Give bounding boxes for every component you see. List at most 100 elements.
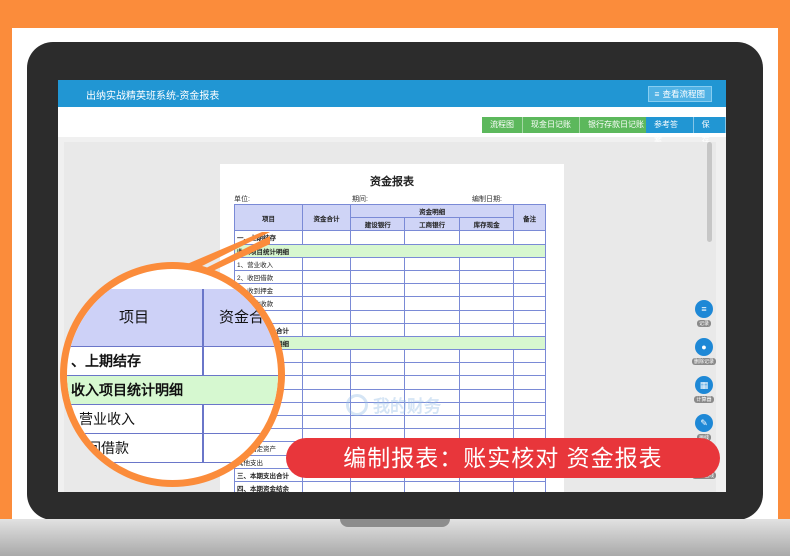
report-cell[interactable] [513,401,546,417]
report-cell[interactable] [302,322,351,337]
report-cell[interactable] [513,309,546,324]
report-cell[interactable] [302,230,351,245]
report-cell[interactable] [404,414,460,430]
reference-answer-button[interactable]: 参考答案 [646,117,694,145]
cash-journal-button[interactable]: 现金日记账 [523,117,580,133]
report-cell[interactable] [513,322,546,337]
bank-journal-button[interactable]: 银行存款日记账 [580,117,653,133]
report-cell[interactable] [349,322,406,337]
tool-label: 记录 [696,320,711,327]
flowchart-button[interactable]: 流程图 [482,117,523,133]
view-flowchart-button[interactable]: ≡ 查看流程图 [647,86,712,102]
report-cell[interactable] [404,349,460,364]
report-cell[interactable] [458,230,515,245]
report-cell[interactable] [513,283,546,298]
report-cell[interactable] [302,414,351,430]
report-cell[interactable] [302,256,351,271]
report-cell[interactable] [458,349,515,364]
report-cell[interactable] [404,283,460,298]
report-cell[interactable] [513,230,546,245]
report-cell[interactable] [458,375,515,390]
report-cell[interactable] [513,349,546,364]
col-detail: 资金明细 [349,203,515,219]
report-cell[interactable] [302,296,351,311]
report-cell[interactable] [302,388,351,403]
col-cash: 库存现金 [458,217,515,232]
report-cell[interactable] [349,362,406,377]
period-label: 期间: [352,196,368,203]
report-cell[interactable] [513,269,546,285]
report-cell[interactable] [302,349,351,364]
tool-icon: ▦ [695,376,713,394]
tool-icon: ≡ [695,300,713,318]
report-cell[interactable] [404,322,460,337]
report-cell[interactable] [302,401,351,417]
report-cell[interactable] [458,388,515,403]
side-tool-button[interactable]: ● 删除记录 [692,338,717,365]
report-cell[interactable] [513,480,546,492]
report-cell[interactable] [349,349,406,364]
zoom-row-label: 回借款 [87,440,129,456]
zoom-item-header: 项目 [119,309,150,326]
report-cell[interactable] [404,269,460,285]
report-cell[interactable] [458,362,515,377]
report-cell[interactable] [349,256,406,271]
report-row: 3、收到押金 [234,283,546,298]
report-cell[interactable] [302,480,351,492]
watermark-logo-icon [346,393,368,416]
tool-icon: ● [695,338,713,356]
report-cell[interactable] [404,480,460,492]
report-cell[interactable] [302,362,351,377]
report-cell[interactable] [302,375,351,390]
report-cell[interactable] [458,480,515,492]
report-cell[interactable] [302,269,351,285]
report-cell[interactable] [513,414,546,430]
report-cell[interactable] [404,230,460,245]
report-cell[interactable] [458,401,515,417]
zoom-row: 回借款 [67,434,278,463]
side-tool-button[interactable]: ≡ 记录 [692,300,716,327]
report-cell[interactable] [349,480,406,492]
report-cell[interactable] [458,296,515,311]
report-cell[interactable] [404,375,460,390]
report-cell[interactable] [513,296,546,311]
vertical-scrollbar[interactable] [707,142,712,242]
zoom-row: 营业收入 [67,405,278,434]
zoom-divider [202,405,204,434]
app-header: 出纳实战精英班系统-资金报表 ≡ 查看流程图 [58,80,726,107]
report-cell[interactable] [513,362,546,377]
zoom-total-header: 资金合计 [219,309,280,326]
report-cell[interactable] [458,414,515,430]
report-row [234,414,546,430]
zoom-divider [202,434,204,463]
report-cell[interactable] [513,256,546,271]
report-cell[interactable] [458,256,515,271]
side-tool-button[interactable]: ✎画线 [692,414,716,441]
report-cell[interactable] [349,269,406,285]
report-cell[interactable] [404,256,460,271]
report-cell[interactable] [349,230,406,245]
side-tool-button[interactable]: ▦ 计算器 [692,376,716,403]
report-cell[interactable] [458,309,515,324]
report-cell[interactable] [404,309,460,324]
zoom-row-label: 收入项目统计明细 [71,382,183,398]
col-item: 项目 [234,203,303,232]
report-cell[interactable] [349,414,406,430]
report-cell[interactable] [349,309,406,324]
save-button[interactable]: 保存 [693,117,726,145]
report-cell[interactable] [404,296,460,311]
report-cell[interactable] [302,283,351,298]
report-cell[interactable] [349,296,406,311]
report-cell[interactable] [404,362,460,377]
zoom-row: 收入项目统计明细 [67,376,278,405]
report-cell[interactable] [458,283,515,298]
report-cell[interactable] [302,309,351,324]
report-cell[interactable] [513,375,546,390]
report-cell[interactable] [349,283,406,298]
report-cell[interactable] [458,322,515,337]
report-row: 2、收回借款 [234,269,546,285]
report-cell[interactable] [458,269,515,285]
promo-banner: 编制报表：账实核对 资金报表 [286,438,720,478]
report-cell[interactable] [349,375,406,390]
report-cell[interactable] [513,388,546,403]
